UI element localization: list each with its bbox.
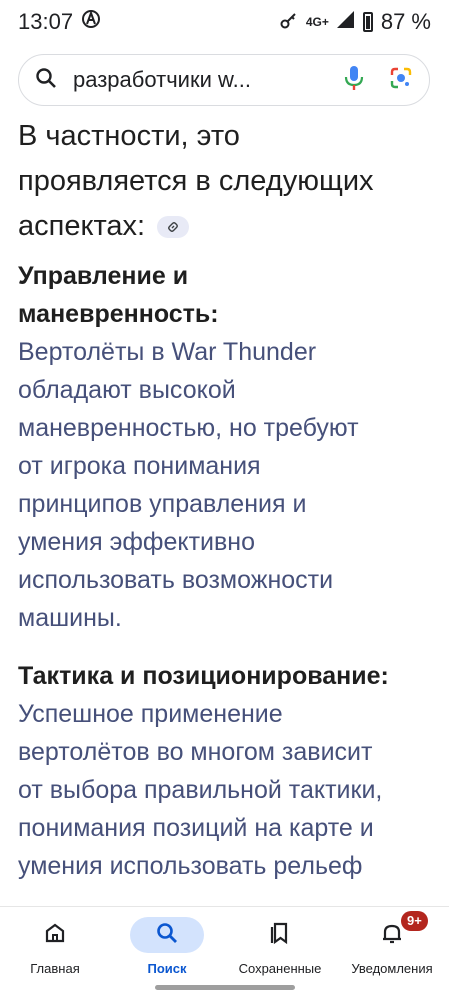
text-line: маневренностью, но требуют — [18, 414, 359, 442]
mic-icon[interactable] — [343, 64, 365, 97]
text-line: Успешное применение — [18, 700, 283, 728]
status-bar: 13:07 4G+ 87 % — [0, 0, 449, 44]
link-icon[interactable] — [157, 216, 190, 239]
lens-icon[interactable] — [389, 66, 413, 95]
nav-label: Сохраненные — [238, 961, 322, 976]
subheading: Управление и маневренность: — [18, 257, 436, 333]
text-line: от выбора правильной тактики, — [18, 776, 383, 804]
notification-badge: 9+ — [401, 911, 428, 931]
status-time: 13:07 — [18, 9, 74, 34]
battery-icon — [362, 12, 373, 32]
subheading: Тактика и позиционирование: — [18, 662, 389, 690]
paragraph: Вертолёты в War Thunder обладают высокой… — [18, 333, 436, 637]
battery-level: 87 % — [380, 9, 431, 34]
text-line: умения использовать рельеф — [18, 852, 363, 880]
subheading-line: маневренность: — [18, 300, 219, 328]
heading-line: аспектах: — [18, 210, 146, 242]
heading-line: В частности, это — [18, 120, 240, 152]
vpn-icon — [81, 9, 101, 35]
text-line: принципов управления и — [18, 490, 307, 518]
nav-item-home[interactable]: Главная — [0, 917, 110, 976]
text-line: обладают высокой — [18, 376, 236, 404]
heading-line: проявляется в следующих — [18, 165, 374, 197]
nav-item-search[interactable]: Поиск — [112, 917, 222, 976]
text-line: умения эффективно — [18, 528, 255, 556]
bookmark-icon — [269, 921, 291, 950]
text-line: от игрока понимания — [18, 452, 261, 480]
section-heading: В частности, это проявляется в следующих… — [18, 114, 436, 249]
text-line: вертолётов во многом зависит — [18, 738, 373, 766]
bell-icon — [381, 921, 403, 950]
nav-label: Поиск — [147, 961, 187, 976]
home-icon — [44, 922, 66, 949]
text-line: использовать возможности — [18, 566, 334, 594]
search-input[interactable]: разработчики w... — [73, 67, 333, 93]
nav-label: Уведомления — [351, 961, 433, 976]
text-line: Вертолёты в War Thunder — [18, 338, 317, 366]
nav-item-saved[interactable]: Сохраненные — [225, 917, 335, 976]
search-icon — [156, 922, 178, 949]
search-icon — [35, 67, 57, 94]
nav-label: Главная — [30, 961, 80, 976]
answer-content: В частности, это проявляется в следующих… — [18, 114, 436, 885]
search-bar[interactable]: разработчики w... — [18, 54, 430, 106]
key-icon — [280, 9, 298, 35]
subheading-line: Управление и — [18, 262, 189, 290]
home-indicator[interactable] — [155, 985, 295, 990]
paragraph: Успешное применение вертолётов во многом… — [18, 695, 436, 885]
network-type: 4G+ — [305, 15, 329, 29]
signal-icon — [335, 9, 355, 35]
nav-item-notifications[interactable]: 9+ Уведомления — [337, 911, 447, 976]
text-line: понимания позиций на карте и — [18, 814, 374, 842]
text-line: машины. — [18, 604, 122, 632]
